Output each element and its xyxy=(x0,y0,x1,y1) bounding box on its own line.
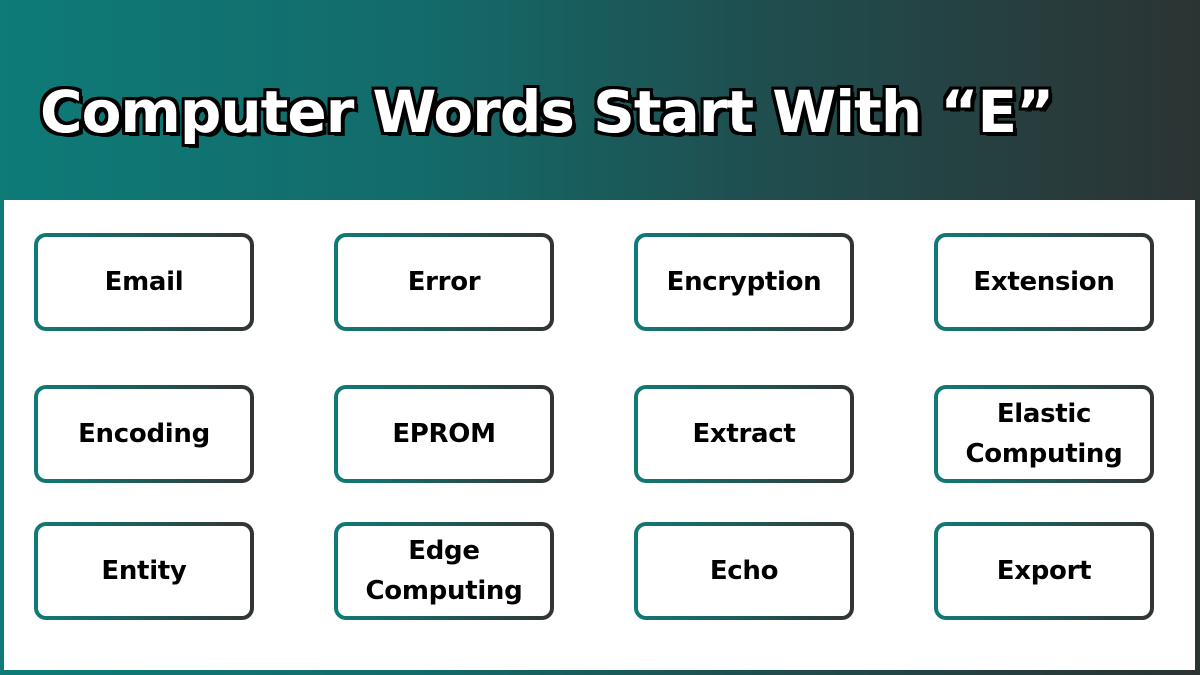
word-label: Extension xyxy=(973,267,1115,297)
word-label: Encryption xyxy=(666,267,822,297)
word-label: Email xyxy=(104,267,184,297)
word-card-encryption: Encryption xyxy=(634,233,854,331)
word-label: Export xyxy=(996,556,1092,586)
word-card-elastic-computing: Elastic Computing xyxy=(934,385,1154,483)
word-label: Elastic Computing xyxy=(965,399,1123,469)
word-card-extract: Extract xyxy=(634,385,854,483)
word-card-error: Error xyxy=(334,233,554,331)
word-card-echo: Echo xyxy=(634,522,854,620)
word-label: Encoding xyxy=(78,419,210,449)
page-title: Computer Words Start With “E” xyxy=(40,78,1054,146)
word-grid-panel: Email Error Encryption Extension Encodin… xyxy=(4,200,1195,670)
word-card-extension: Extension xyxy=(934,233,1154,331)
word-card-eprom: EPROM xyxy=(334,385,554,483)
word-label: Entity xyxy=(101,556,187,586)
word-card-export: Export xyxy=(934,522,1154,620)
word-label: EPROM xyxy=(392,419,496,449)
word-label: Echo xyxy=(709,556,779,586)
word-card-entity: Entity xyxy=(34,522,254,620)
word-label: Extract xyxy=(692,419,796,449)
word-card-email: Email xyxy=(34,233,254,331)
word-card-edge-computing: Edge Computing xyxy=(334,522,554,620)
word-label: Edge Computing xyxy=(365,536,523,606)
word-card-encoding: Encoding xyxy=(34,385,254,483)
header-banner: Computer Words Start With “E” xyxy=(0,0,1200,200)
word-label: Error xyxy=(407,267,481,297)
